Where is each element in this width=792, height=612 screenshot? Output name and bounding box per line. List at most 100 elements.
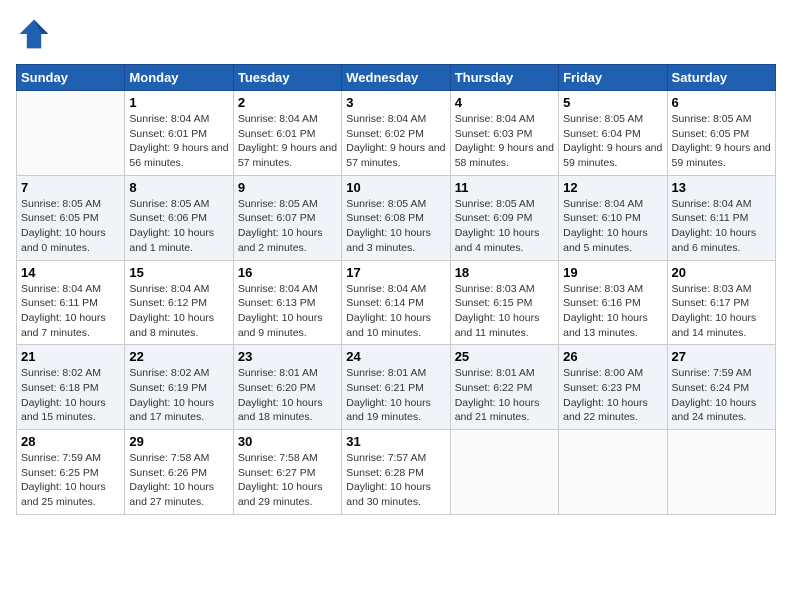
day-number: 18 xyxy=(455,265,554,280)
day-number: 30 xyxy=(238,434,337,449)
day-cell: 4Sunrise: 8:04 AMSunset: 6:03 PMDaylight… xyxy=(450,91,558,176)
col-header-tuesday: Tuesday xyxy=(233,65,341,91)
day-cell: 18 Sunrise: 8:03 AMSunset: 6:15 PMDayligh… xyxy=(450,260,558,345)
calendar-header: SundayMondayTuesdayWednesdayThursdayFrid… xyxy=(17,65,776,91)
week-row-2: 7 Sunrise: 8:05 AMSunset: 6:05 PMDaylight… xyxy=(17,175,776,260)
col-header-sunday: Sunday xyxy=(17,65,125,91)
day-number: 5 xyxy=(563,95,662,110)
day-info: Sunrise: 8:01 AMSunset: 6:20 PMDaylight:… xyxy=(238,366,337,425)
day-cell: 10 Sunrise: 8:05 AMSunset: 6:08 PMDayligh… xyxy=(342,175,450,260)
day-cell: 23 Sunrise: 8:01 AMSunset: 6:20 PMDayligh… xyxy=(233,345,341,430)
day-number: 14 xyxy=(21,265,120,280)
day-number: 15 xyxy=(129,265,228,280)
day-cell: 5 Sunrise: 8:05 AMSunset: 6:04 PMDaylight… xyxy=(559,91,667,176)
day-cell: 17 Sunrise: 8:04 AMSunset: 6:14 PMDayligh… xyxy=(342,260,450,345)
day-info: Sunrise: 8:03 AMSunset: 6:16 PMDaylight:… xyxy=(563,282,662,341)
day-info: Sunrise: 7:58 AMSunset: 6:27 PMDaylight:… xyxy=(238,451,337,510)
day-number: 21 xyxy=(21,349,120,364)
day-info: Sunrise: 8:05 AMSunset: 6:09 PMDaylight:… xyxy=(455,197,554,256)
day-cell: 1 Sunrise: 8:04 AMSunset: 6:01 PMDaylight… xyxy=(125,91,233,176)
day-cell: 21 Sunrise: 8:02 AMSunset: 6:18 PMDayligh… xyxy=(17,345,125,430)
day-info: Sunrise: 8:04 AMSunset: 6:10 PMDaylight:… xyxy=(563,197,662,256)
day-info: Sunrise: 8:03 AMSunset: 6:17 PMDaylight:… xyxy=(672,282,771,341)
day-info: Sunrise: 8:00 AMSunset: 6:23 PMDaylight:… xyxy=(563,366,662,425)
day-number: 26 xyxy=(563,349,662,364)
day-number: 25 xyxy=(455,349,554,364)
col-header-saturday: Saturday xyxy=(667,65,775,91)
day-number: 4 xyxy=(455,95,554,110)
day-info: Sunrise: 8:02 AMSunset: 6:18 PMDaylight:… xyxy=(21,366,120,425)
col-header-wednesday: Wednesday xyxy=(342,65,450,91)
day-info: Sunrise: 8:05 AMSunset: 6:06 PMDaylight:… xyxy=(129,197,228,256)
day-number: 22 xyxy=(129,349,228,364)
day-info: Sunrise: 8:04 AMSunset: 6:11 PMDaylight:… xyxy=(21,282,120,341)
day-cell: 8 Sunrise: 8:05 AMSunset: 6:06 PMDaylight… xyxy=(125,175,233,260)
day-cell: 6Sunrise: 8:05 AMSunset: 6:05 PMDaylight… xyxy=(667,91,775,176)
week-row-1: 1 Sunrise: 8:04 AMSunset: 6:01 PMDaylight… xyxy=(17,91,776,176)
day-cell: 11 Sunrise: 8:05 AMSunset: 6:09 PMDayligh… xyxy=(450,175,558,260)
day-info: Sunrise: 8:04 AMSunset: 6:14 PMDaylight:… xyxy=(346,282,445,341)
day-cell xyxy=(17,91,125,176)
day-cell: 30 Sunrise: 7:58 AMSunset: 6:27 PMDayligh… xyxy=(233,430,341,515)
day-number: 19 xyxy=(563,265,662,280)
day-info: Sunrise: 8:01 AMSunset: 6:21 PMDaylight:… xyxy=(346,366,445,425)
day-cell: 22 Sunrise: 8:02 AMSunset: 6:19 PMDayligh… xyxy=(125,345,233,430)
day-cell: 19 Sunrise: 8:03 AMSunset: 6:16 PMDayligh… xyxy=(559,260,667,345)
week-row-5: 28Sunrise: 7:59 AMSunset: 6:25 PMDayligh… xyxy=(17,430,776,515)
day-info: Sunrise: 7:57 AMSunset: 6:28 PMDaylight:… xyxy=(346,451,445,510)
day-cell: 16Sunrise: 8:04 AMSunset: 6:13 PMDayligh… xyxy=(233,260,341,345)
calendar-body: 1 Sunrise: 8:04 AMSunset: 6:01 PMDaylight… xyxy=(17,91,776,515)
day-number: 17 xyxy=(346,265,445,280)
logo xyxy=(16,16,56,52)
day-number: 9 xyxy=(238,180,337,195)
day-number: 29 xyxy=(129,434,228,449)
day-info: Sunrise: 8:05 AMSunset: 6:07 PMDaylight:… xyxy=(238,197,337,256)
day-number: 2 xyxy=(238,95,337,110)
day-info: Sunrise: 8:04 AMSunset: 6:12 PMDaylight:… xyxy=(129,282,228,341)
page-header xyxy=(16,16,776,52)
day-cell: 14 Sunrise: 8:04 AMSunset: 6:11 PMDayligh… xyxy=(17,260,125,345)
day-info: Sunrise: 8:04 AMSunset: 6:01 PMDaylight:… xyxy=(238,112,337,171)
day-number: 31 xyxy=(346,434,445,449)
day-info: Sunrise: 8:03 AMSunset: 6:15 PMDaylight:… xyxy=(455,282,554,341)
day-info: Sunrise: 8:05 AMSunset: 6:05 PMDaylight:… xyxy=(21,197,120,256)
day-cell: 27 Sunrise: 7:59 AMSunset: 6:24 PMDayligh… xyxy=(667,345,775,430)
day-info: Sunrise: 7:58 AMSunset: 6:26 PMDaylight:… xyxy=(129,451,228,510)
day-number: 3 xyxy=(346,95,445,110)
week-row-3: 14 Sunrise: 8:04 AMSunset: 6:11 PMDayligh… xyxy=(17,260,776,345)
day-number: 12 xyxy=(563,180,662,195)
day-cell: 26 Sunrise: 8:00 AMSunset: 6:23 PMDayligh… xyxy=(559,345,667,430)
day-number: 24 xyxy=(346,349,445,364)
col-header-monday: Monday xyxy=(125,65,233,91)
day-number: 11 xyxy=(455,180,554,195)
day-cell: 2 Sunrise: 8:04 AMSunset: 6:01 PMDaylight… xyxy=(233,91,341,176)
day-number: 7 xyxy=(21,180,120,195)
day-info: Sunrise: 8:04 AMSunset: 6:01 PMDaylight:… xyxy=(129,112,228,171)
calendar-table: SundayMondayTuesdayWednesdayThursdayFrid… xyxy=(16,64,776,515)
week-row-4: 21 Sunrise: 8:02 AMSunset: 6:18 PMDayligh… xyxy=(17,345,776,430)
day-info: Sunrise: 7:59 AMSunset: 6:24 PMDaylight:… xyxy=(672,366,771,425)
logo-icon xyxy=(16,16,52,52)
day-cell: 28Sunrise: 7:59 AMSunset: 6:25 PMDayligh… xyxy=(17,430,125,515)
day-info: Sunrise: 8:02 AMSunset: 6:19 PMDaylight:… xyxy=(129,366,228,425)
day-number: 27 xyxy=(672,349,771,364)
day-number: 16 xyxy=(238,265,337,280)
day-cell xyxy=(667,430,775,515)
day-cell: 25 Sunrise: 8:01 AMSunset: 6:22 PMDayligh… xyxy=(450,345,558,430)
day-info: Sunrise: 8:01 AMSunset: 6:22 PMDaylight:… xyxy=(455,366,554,425)
day-number: 23 xyxy=(238,349,337,364)
day-number: 1 xyxy=(129,95,228,110)
day-info: Sunrise: 7:59 AMSunset: 6:25 PMDaylight:… xyxy=(21,451,120,510)
day-cell: 3Sunrise: 8:04 AMSunset: 6:02 PMDaylight… xyxy=(342,91,450,176)
day-cell: 13Sunrise: 8:04 AMSunset: 6:11 PMDayligh… xyxy=(667,175,775,260)
day-number: 20 xyxy=(672,265,771,280)
col-header-friday: Friday xyxy=(559,65,667,91)
day-cell: 31 Sunrise: 7:57 AMSunset: 6:28 PMDayligh… xyxy=(342,430,450,515)
day-cell xyxy=(559,430,667,515)
day-info: Sunrise: 8:04 AMSunset: 6:11 PMDaylight:… xyxy=(672,197,771,256)
day-number: 8 xyxy=(129,180,228,195)
day-info: Sunrise: 8:05 AMSunset: 6:08 PMDaylight:… xyxy=(346,197,445,256)
day-number: 10 xyxy=(346,180,445,195)
day-info: Sunrise: 8:05 AMSunset: 6:04 PMDaylight:… xyxy=(563,112,662,171)
day-cell: 7 Sunrise: 8:05 AMSunset: 6:05 PMDaylight… xyxy=(17,175,125,260)
